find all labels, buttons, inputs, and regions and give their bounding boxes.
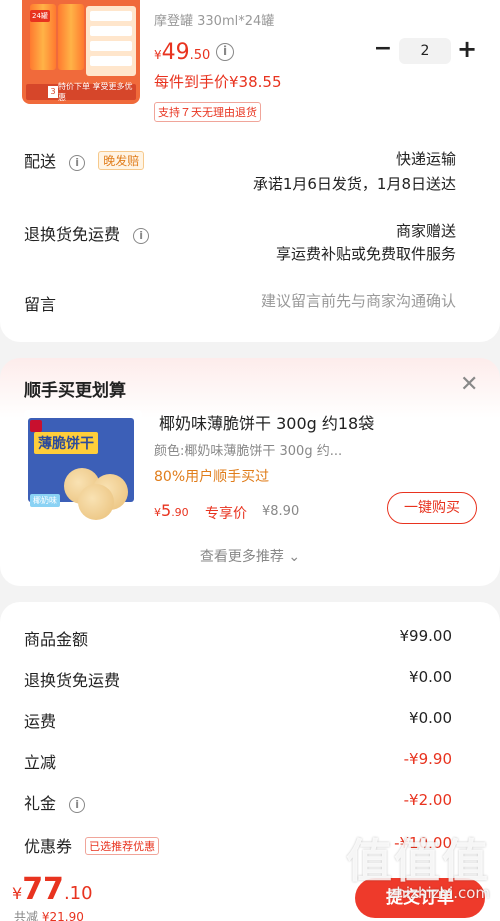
gift-info-icon[interactable]: i [69,797,86,813]
summary-value-freight: ¥0.00 [409,709,452,727]
recommended-price-decimal: .90 [171,506,189,519]
product-price-decimal: .50 [189,48,211,63]
total-saved: 共减 ¥21.90 [14,908,84,921]
biscuit-flavor-tag: 椰奶味 [30,494,60,507]
quantity-increase-button[interactable]: + [457,36,477,62]
recommended-product-spec[interactable]: 颜色:椰奶味薄脆饼干 300g 约... [154,440,384,459]
return-shipping-row[interactable]: 退换货免运费 i [24,221,150,245]
summary-value-return-shipping: ¥0.00 [409,668,452,686]
summary-value-gift: -¥2.00 [403,791,452,809]
product-promo-graphic [86,6,136,76]
summary-label-freight: 运费 [24,712,57,731]
product-spec: 摩登罐 330ml*24罐 [154,14,275,29]
biscuit-graphic [78,484,114,520]
exclusive-price-label: 专享价 [205,506,247,522]
final-unit-price: 每件到手价¥38.55 [154,73,282,91]
shipping-row[interactable]: 配送 i 晚发赔 [24,148,145,172]
quantity-input[interactable]: 2 [399,38,451,64]
note-label: 留言 [24,295,57,314]
summary-label-discount: 立减 [24,753,57,772]
recommendation-title: 顺手买更划算 [24,381,126,401]
summary-label-goods: 商品金额 [24,630,89,649]
summary-label-return-shipping: 退换货免运费 [24,671,121,690]
product-price: ¥49.50 [154,40,210,65]
return-shipping-label: 退换货免运费 [24,225,121,244]
summary-value-goods: ¥99.00 [399,627,453,645]
close-icon[interactable]: ✕ [460,374,478,396]
product-image-badge: 24罐 [30,10,50,22]
shipping-method: 快递运输 [395,150,456,168]
total-decimal: .10 [63,883,93,904]
summary-row-coupon[interactable]: 优惠券 已选推荐优惠 [24,833,160,857]
biscuit-box-label: 薄脆饼干 [34,432,98,454]
more-recommendations-link[interactable]: 查看更多推荐 ⌄ [0,546,500,566]
late-compensation-badge: 晚发赔 [98,151,145,170]
price-info-icon[interactable]: i [216,43,234,61]
product-price-currency: ¥ [154,48,162,62]
shipping-label: 配送 [24,152,57,171]
note-input[interactable]: 建议留言前先与商家沟通确认 [261,290,456,311]
total-price: ¥77.10 [12,872,93,907]
saved-label: 共减 [14,910,39,921]
return-shipping-desc: 享运费补贴或免费取件服务 [275,245,456,263]
product-price-integer: 49 [161,40,190,65]
total-integer: 77 [22,872,64,907]
summary-label-gift: 礼金 [24,794,57,813]
quantity-decrease-button[interactable]: − [373,38,393,62]
summary-value-discount: -¥9.90 [403,750,452,768]
summary-label-coupon: 优惠券 [24,837,73,856]
return-policy-badge: 支持７天无理由退货 [154,102,261,122]
shipping-promise: 承诺1月6日发货，1月8日送达 [252,175,456,193]
shipping-info-icon[interactable]: i [69,155,86,171]
recommended-coupon-badge: 已选推荐优惠 [85,837,160,855]
total-currency: ¥ [12,884,23,903]
brand-logo [30,420,42,432]
summary-value-coupon[interactable]: -¥10.00 [394,834,452,852]
recommended-product-price: ¥5.90 [154,501,189,520]
recommended-users-stat: 80%用户顺手买过 [154,469,270,485]
summary-row-gift[interactable]: 礼金 i [24,790,86,814]
product-image[interactable]: 24罐 3 特价下单 享受更多优惠 [22,0,140,104]
one-click-buy-button[interactable]: 一键购买 [387,492,477,524]
original-price: ¥8.90 [262,504,300,519]
recommended-product-name[interactable]: 椰奶味薄脆饼干 300g 约18袋 [159,410,374,434]
return-shipping-value: 商家赠送 [395,222,456,240]
return-shipping-info-icon[interactable]: i [133,228,150,244]
recommended-price-integer: 5 [161,501,172,520]
recommended-product-image[interactable]: 薄脆饼干 椰奶味 [24,410,142,522]
order-details-card: 24罐 3 特价下单 享受更多优惠 摩登罐 330ml*24罐 ¥49.50 i … [0,0,500,342]
product-image-strip: 3 特价下单 享受更多优惠 [26,82,136,102]
recommended-price-currency: ¥ [154,506,161,519]
submit-order-button[interactable]: 提交订单 [355,878,485,918]
saved-value: ¥21.90 [41,910,84,921]
